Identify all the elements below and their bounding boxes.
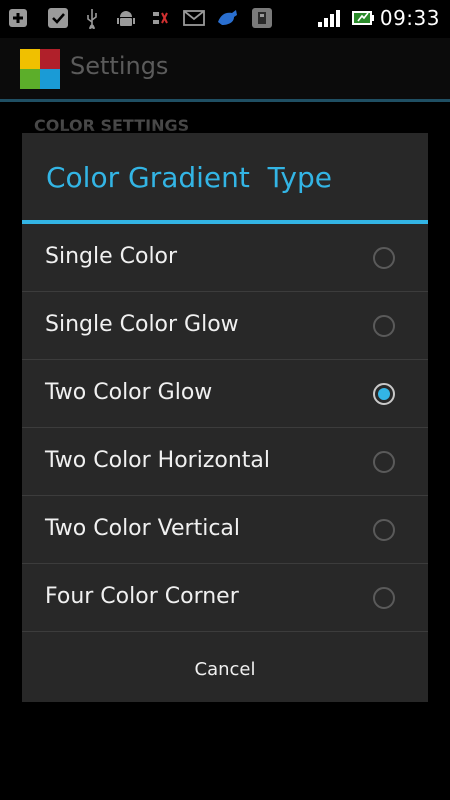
dialog-title: Color Gradient Type: [46, 161, 332, 194]
email-icon: [182, 7, 206, 29]
battery-charging-icon: [350, 7, 376, 29]
logo-tile: [40, 49, 60, 69]
add-box-icon: [6, 7, 30, 29]
sd-card-icon: [250, 7, 274, 29]
logo-tile: [40, 69, 60, 89]
status-bar: 09:33: [0, 0, 450, 38]
logo-tile: [20, 49, 40, 69]
radio-button-checked[interactable]: [373, 383, 395, 405]
options-list: Single Color Single Color Glow Two Color…: [22, 224, 428, 632]
option-single-color[interactable]: Single Color: [22, 224, 428, 292]
status-clock: 09:33: [379, 6, 440, 30]
option-two-color-vertical[interactable]: Two Color Vertical: [22, 496, 428, 564]
signal-icon: [316, 7, 342, 29]
check-box-icon: [46, 7, 70, 29]
action-bar-divider: [0, 99, 450, 102]
radio-button[interactable]: [373, 519, 395, 541]
option-four-color-corner[interactable]: Four Color Corner: [22, 564, 428, 632]
usb-icon: [80, 7, 104, 29]
option-label: Four Color Corner: [45, 584, 239, 609]
app-notification-icon: [216, 7, 240, 29]
radio-button[interactable]: [373, 315, 395, 337]
option-single-color-glow[interactable]: Single Color Glow: [22, 292, 428, 360]
option-two-color-horizontal[interactable]: Two Color Horizontal: [22, 428, 428, 496]
data-transfer-icon: [148, 7, 172, 29]
logo-tile: [20, 69, 40, 89]
option-label: Single Color Glow: [45, 312, 239, 337]
cancel-button[interactable]: Cancel: [22, 636, 428, 702]
option-label: Two Color Horizontal: [45, 448, 271, 473]
app-logo-icon[interactable]: [20, 49, 60, 89]
action-bar: Settings: [0, 38, 450, 100]
color-gradient-type-dialog: Color Gradient Type Single Color Single …: [22, 133, 428, 702]
radio-button[interactable]: [373, 247, 395, 269]
android-debug-icon: [114, 7, 138, 29]
radio-button[interactable]: [373, 451, 395, 473]
option-label: Two Color Vertical: [45, 516, 241, 541]
option-label: Two Color Glow: [45, 380, 213, 405]
screen: 09:33 Settings COLOR SETTINGS Color Grad…: [0, 0, 450, 800]
option-label: Single Color: [45, 244, 178, 269]
page-title: Settings: [70, 52, 169, 80]
radio-button[interactable]: [373, 587, 395, 609]
option-two-color-glow[interactable]: Two Color Glow: [22, 360, 428, 428]
